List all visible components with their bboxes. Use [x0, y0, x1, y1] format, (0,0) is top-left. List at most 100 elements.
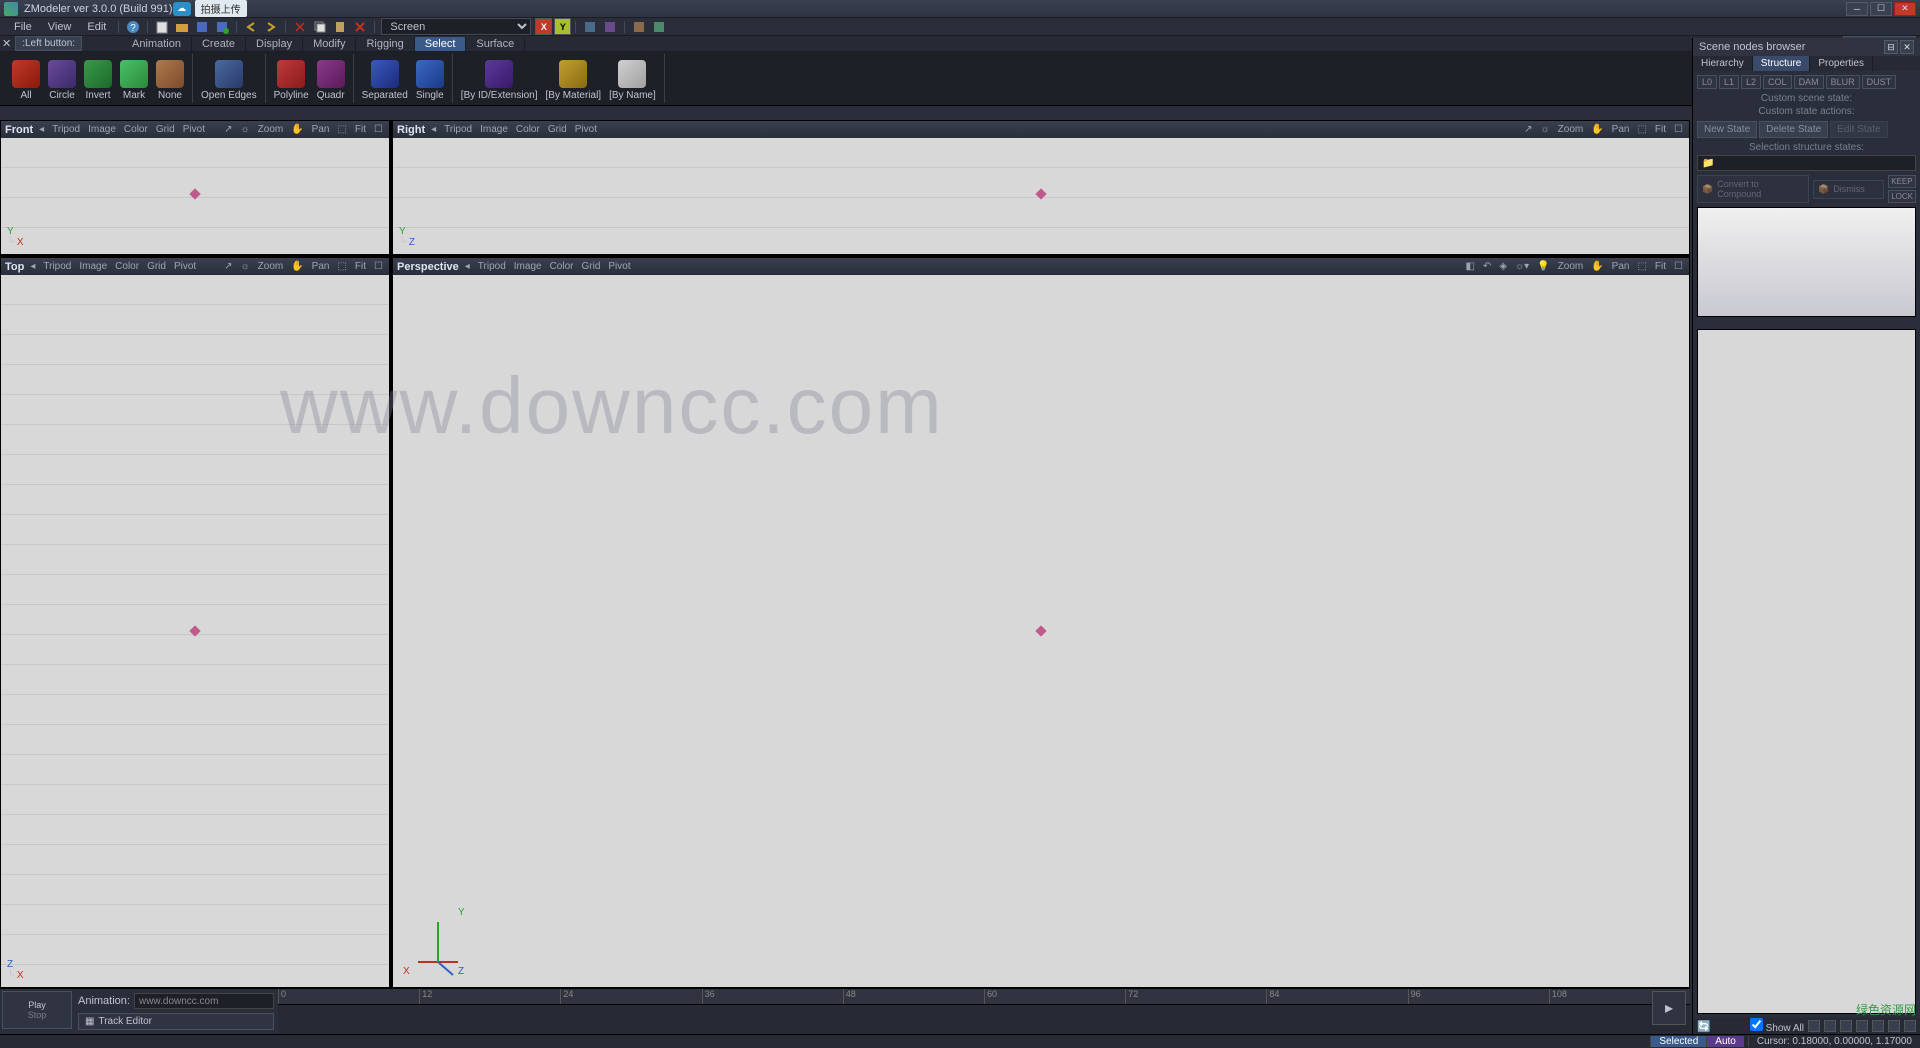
viewport-right[interactable]: Right ◂ Tripod Image Color Grid Pivot ↗ …	[392, 120, 1690, 255]
vp-eraser-icon[interactable]: ◧	[1463, 261, 1476, 272]
lock-button[interactable]: LOCK	[1888, 190, 1916, 203]
ribbon-circle[interactable]: Circle	[44, 54, 80, 103]
vp-zoom[interactable]: Zoom	[1556, 124, 1586, 135]
vp-collapse-icon[interactable]: ◂	[429, 124, 438, 135]
vp-color[interactable]: Color	[514, 124, 542, 135]
keep-button[interactable]: KEEP	[1888, 175, 1916, 188]
tool-icon-4[interactable]	[650, 19, 668, 35]
ribbon-open-edges[interactable]: Open Edges	[197, 54, 261, 103]
vp-arrow-icon[interactable]: ↗	[1522, 124, 1534, 135]
vp-hand-icon[interactable]: ✋	[289, 261, 305, 272]
vp-diamond-icon[interactable]: ◈	[1497, 261, 1509, 272]
cut-icon[interactable]	[291, 19, 309, 35]
paste-icon[interactable]	[331, 19, 349, 35]
copy-icon[interactable]	[311, 19, 329, 35]
vp-grid[interactable]: Grid	[154, 124, 177, 135]
axis-x-toggle[interactable]: X	[535, 18, 552, 35]
ribbon--by-material-[interactable]: [By Material]	[542, 54, 606, 103]
vp-light-icon[interactable]: ☼	[238, 124, 251, 135]
vp-maximize-icon[interactable]: ☐	[372, 124, 385, 135]
tool-icon-2[interactable]	[601, 19, 619, 35]
menu-file[interactable]: File	[6, 21, 40, 33]
viewport-perspective[interactable]: Perspective ◂ Tripod Image Color Grid Pi…	[392, 257, 1690, 988]
vp-pivot[interactable]: Pivot	[573, 124, 599, 135]
ribbon-all[interactable]: All	[8, 54, 44, 103]
tab-animation[interactable]: Animation	[122, 37, 192, 51]
lod-dust[interactable]: DUST	[1862, 75, 1897, 89]
saveas-icon[interactable]	[213, 19, 231, 35]
vp-tripod[interactable]: Tripod	[41, 261, 73, 272]
vp-fit-icon[interactable]: ⬚	[335, 261, 348, 272]
tab-modify[interactable]: Modify	[303, 37, 356, 51]
delete-state-button[interactable]: Delete State	[1759, 121, 1828, 138]
vp-maximize-icon[interactable]: ☐	[372, 261, 385, 272]
help-icon[interactable]: ?	[124, 19, 142, 35]
vp-fit[interactable]: Fit	[1653, 124, 1668, 135]
vp-fit[interactable]: Fit	[1653, 261, 1668, 272]
view-btn-2[interactable]	[1824, 1020, 1836, 1032]
lod-l1[interactable]: L1	[1719, 75, 1739, 89]
lod-dam[interactable]: DAM	[1794, 75, 1824, 89]
vp-pivot[interactable]: Pivot	[606, 261, 632, 272]
vp-color[interactable]: Color	[122, 124, 150, 135]
vp-fit-icon[interactable]: ⬚	[1635, 261, 1648, 272]
view-btn-6[interactable]	[1888, 1020, 1900, 1032]
save-icon[interactable]	[193, 19, 211, 35]
vp-pan[interactable]: Pan	[1610, 261, 1632, 272]
timeline-end-button[interactable]: ▸	[1652, 991, 1686, 1025]
vp-zoom[interactable]: Zoom	[256, 124, 286, 135]
vp-grid[interactable]: Grid	[145, 261, 168, 272]
vp-image[interactable]: Image	[478, 124, 510, 135]
tab-rigging[interactable]: Rigging	[356, 37, 414, 51]
ribbon-mark[interactable]: Mark	[116, 54, 152, 103]
ribbon-separated[interactable]: Separated	[358, 54, 412, 103]
ribbon-single[interactable]: Single	[412, 54, 448, 103]
vp-zoom[interactable]: Zoom	[256, 261, 286, 272]
vp-grid[interactable]: Grid	[546, 124, 569, 135]
ribbon-quadr[interactable]: Quadr	[313, 54, 349, 103]
status-auto[interactable]: Auto	[1706, 1036, 1744, 1047]
vp-tripod[interactable]: Tripod	[50, 124, 82, 135]
vp-fit-icon[interactable]: ⬚	[1635, 124, 1648, 135]
vp-fit-icon[interactable]: ⬚	[335, 124, 348, 135]
tab-create[interactable]: Create	[192, 37, 246, 51]
menu-view[interactable]: View	[40, 21, 80, 33]
viewport-top[interactable]: Top ◂ Tripod Image Color Grid Pivot ↗ ☼ …	[0, 257, 390, 988]
vp-maximize-icon[interactable]: ☐	[1672, 124, 1685, 135]
dismiss-button[interactable]: 📦 Dismiss	[1813, 180, 1884, 199]
axis-y-toggle[interactable]: Y	[554, 18, 571, 35]
view-btn-5[interactable]	[1872, 1020, 1884, 1032]
view-btn-3[interactable]	[1840, 1020, 1852, 1032]
vp-hand-icon[interactable]: ✋	[289, 124, 305, 135]
tree-area[interactable]	[1697, 329, 1916, 1014]
vp-pan[interactable]: Pan	[310, 124, 332, 135]
vp-pan[interactable]: Pan	[310, 261, 332, 272]
vp-light-icon[interactable]: ☼	[1538, 124, 1551, 135]
vp-tripod[interactable]: Tripod	[442, 124, 474, 135]
vp-pivot[interactable]: Pivot	[181, 124, 207, 135]
lod-blur[interactable]: BLUR	[1826, 75, 1860, 89]
maximize-button[interactable]: ☐	[1870, 2, 1892, 16]
vp-fit[interactable]: Fit	[353, 124, 368, 135]
open-icon[interactable]	[173, 19, 191, 35]
vp-pivot[interactable]: Pivot	[172, 261, 198, 272]
tab-display[interactable]: Display	[246, 37, 303, 51]
lod-l0[interactable]: L0	[1697, 75, 1717, 89]
tool-icon-3[interactable]	[630, 19, 648, 35]
coordinate-dropdown[interactable]: Screen	[381, 18, 531, 35]
close-panel-icon[interactable]: ✕	[2, 37, 11, 50]
menu-edit[interactable]: Edit	[79, 21, 114, 33]
lod-l2[interactable]: L2	[1741, 75, 1761, 89]
view-btn-1[interactable]	[1808, 1020, 1820, 1032]
edit-state-button[interactable]: Edit State	[1830, 121, 1887, 138]
ribbon-polyline[interactable]: Polyline	[270, 54, 313, 103]
viewport-front[interactable]: Front ◂ Tripod Image Color Grid Pivot ↗ …	[0, 120, 390, 255]
ribbon-none[interactable]: None	[152, 54, 188, 103]
vp-grid[interactable]: Grid	[579, 261, 602, 272]
vp-collapse-icon[interactable]: ◂	[463, 261, 472, 272]
minimize-button[interactable]: ─	[1846, 2, 1868, 16]
delete-icon[interactable]	[351, 19, 369, 35]
lod-col[interactable]: COL	[1763, 75, 1792, 89]
tab-properties[interactable]: Properties	[1810, 56, 1873, 71]
tab-hierarchy[interactable]: Hierarchy	[1693, 56, 1753, 71]
